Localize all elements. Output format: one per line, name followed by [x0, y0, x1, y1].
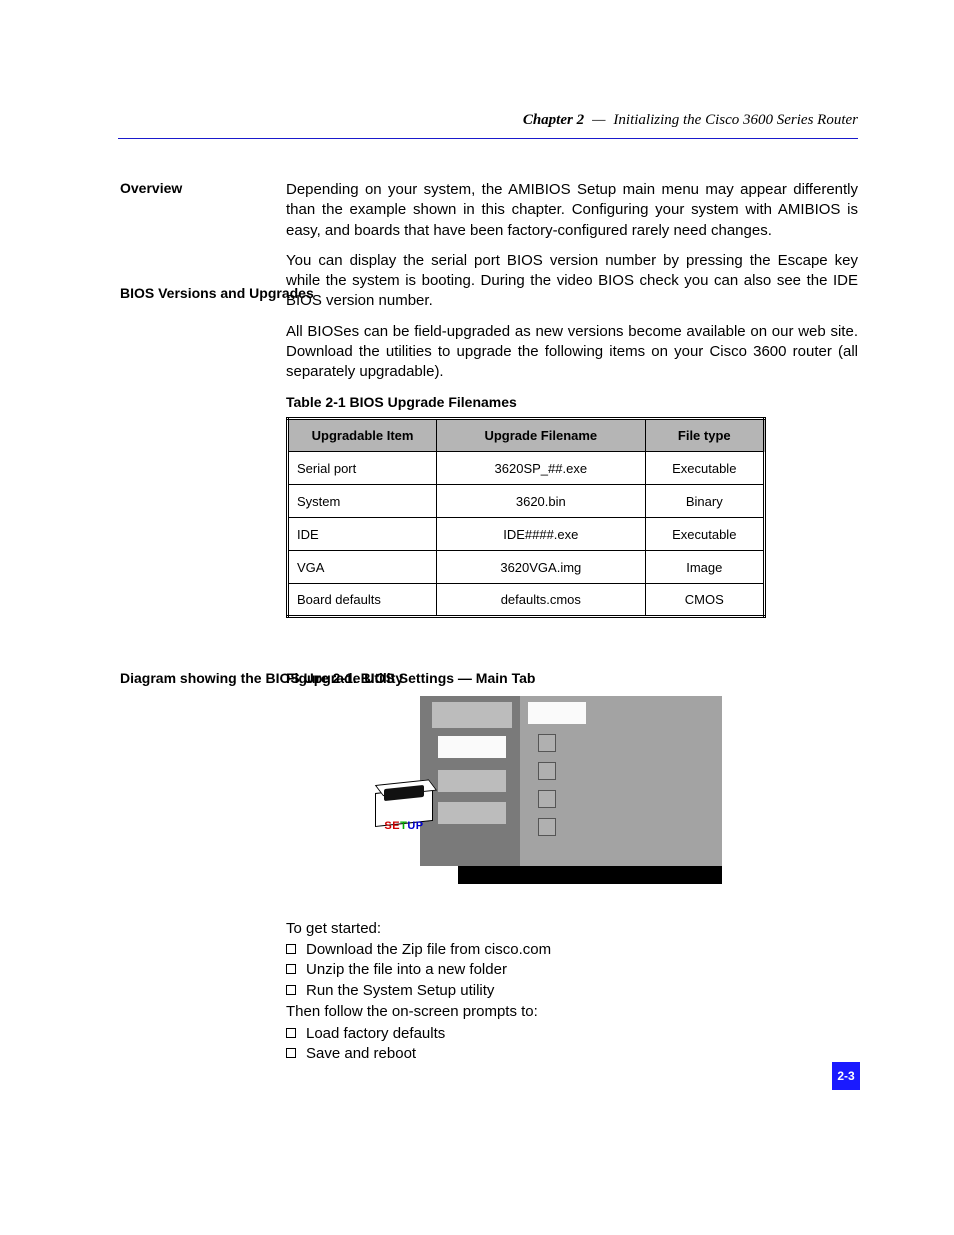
table-header-3: File type	[645, 419, 764, 452]
table-row: IDE IDE####.exe Executable	[288, 518, 765, 551]
paragraph-2: You can display the serial port BIOS ver…	[286, 251, 858, 312]
table-cell: Serial port	[288, 452, 437, 485]
section-label-overview: Overview	[120, 180, 182, 196]
bullet-item: Unzip the file into a new folder	[286, 960, 551, 980]
checkbox-icon	[286, 1028, 296, 1038]
table-cell: IDE	[288, 518, 437, 551]
header-title: Initializing the Cisco 3600 Series Route…	[613, 112, 858, 129]
checkbox-icon	[286, 985, 296, 995]
bios-table: Upgradable Item Upgrade Filename File ty…	[286, 417, 766, 618]
diagram-button-1	[438, 736, 506, 758]
diagram-checkbox-1	[538, 734, 556, 752]
bullets-intro: To get started:	[286, 920, 381, 937]
table-row: System 3620.bin Binary	[288, 485, 765, 518]
setup-icon-label: SETUP	[375, 820, 433, 832]
table-cell: Executable	[645, 518, 764, 551]
table-caption: Table 2-1 BIOS Upgrade Filenames	[286, 394, 517, 410]
table-cell: System	[288, 485, 437, 518]
table-cell: Binary	[645, 485, 764, 518]
diagram-checkbox-4	[538, 818, 556, 836]
bullet-text: Save and reboot	[306, 1044, 416, 1064]
table-row: Serial port 3620SP_##.exe Executable	[288, 452, 765, 485]
header-rule	[118, 138, 858, 139]
table-cell: Board defaults	[288, 584, 437, 617]
setup-icon-device	[384, 785, 424, 801]
bullet-item: Save and reboot	[286, 1044, 445, 1064]
bullet-item: Download the Zip file from cisco.com	[286, 940, 551, 960]
table-row: Board defaults defaults.cmos CMOS	[288, 584, 765, 617]
table-row: VGA 3620VGA.img Image	[288, 551, 765, 584]
table-cell: VGA	[288, 551, 437, 584]
bullet-text: Load factory defaults	[306, 1024, 445, 1044]
paragraph-1: Depending on your system, the AMIBIOS Se…	[286, 180, 858, 241]
bullet-text: Run the System Setup utility	[306, 981, 494, 1001]
table-header-1: Upgradable Item	[288, 419, 437, 452]
table-cell: Executable	[645, 452, 764, 485]
bullet-item: Run the System Setup utility	[286, 981, 551, 1001]
table-cell: Image	[645, 551, 764, 584]
table-cell: CMOS	[645, 584, 764, 617]
setup-icon: SETUP	[375, 790, 433, 840]
paragraph-3: All BIOSes can be field-upgraded as new …	[286, 322, 858, 383]
bios-diagram	[420, 696, 722, 892]
table-cell: 3620SP_##.exe	[437, 452, 645, 485]
bullet-item: Load factory defaults	[286, 1024, 445, 1044]
diagram-heading	[528, 702, 586, 724]
bullet-group-1: Download the Zip file from cisco.com Unz…	[286, 940, 551, 1001]
diagram-title: Figure 2-1. BIOS Settings — Main Tab	[286, 670, 535, 686]
bullets-middle-line: Then follow the on-screen prompts to:	[286, 1003, 538, 1020]
diagram-footer	[458, 866, 722, 884]
bullet-text: Unzip the file into a new folder	[306, 960, 507, 980]
table-header-row: Upgradable Item Upgrade Filename File ty…	[288, 419, 765, 452]
section-label-bios: BIOS Versions and Upgrades	[120, 285, 314, 301]
header-chapter: Chapter 2	[523, 112, 584, 129]
diagram-tab	[432, 702, 512, 728]
checkbox-icon	[286, 964, 296, 974]
diagram-button-2	[438, 770, 506, 792]
table-cell: IDE####.exe	[437, 518, 645, 551]
bullet-group-2: Load factory defaults Save and reboot	[286, 1024, 445, 1065]
bullet-text: Download the Zip file from cisco.com	[306, 940, 551, 960]
diagram-button-3	[438, 802, 506, 824]
table-cell: 3620VGA.img	[437, 551, 645, 584]
table-cell: 3620.bin	[437, 485, 645, 518]
header-sep: —	[592, 112, 605, 129]
diagram-checkbox-2	[538, 762, 556, 780]
diagram-checkbox-3	[538, 790, 556, 808]
checkbox-icon	[286, 944, 296, 954]
page-number-badge: 2-3	[832, 1062, 860, 1090]
checkbox-icon	[286, 1048, 296, 1058]
table-cell: defaults.cmos	[437, 584, 645, 617]
table-header-2: Upgrade Filename	[437, 419, 645, 452]
